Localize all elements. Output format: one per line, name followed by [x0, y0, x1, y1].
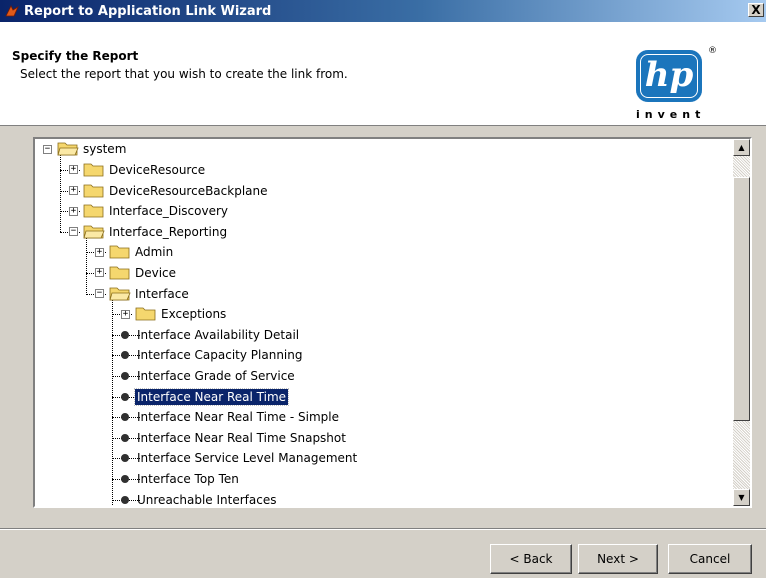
next-button[interactable]: Next > [578, 544, 658, 574]
report-bullet-icon [121, 371, 129, 380]
report-bullet-icon [121, 495, 129, 504]
wizard-app-icon [5, 5, 19, 17]
folder-open-icon [109, 285, 131, 301]
tree-folder-label[interactable]: Interface_Reporting [107, 224, 229, 240]
tree-folder-label[interactable]: Admin [133, 244, 175, 260]
tree-report-item[interactable]: Interface Availability Detail [135, 327, 301, 343]
tree-folder-label[interactable]: DeviceResource [107, 162, 207, 178]
tree-report-item-selected[interactable]: Interface Near Real Time [133, 387, 290, 406]
hp-logo: hp ® invent [628, 46, 740, 138]
folder-icon [83, 202, 105, 218]
expand-toggle[interactable]: + [69, 165, 78, 175]
tree-report-item[interactable]: Interface Grade of Service [135, 368, 297, 384]
scrollbar-thumb[interactable] [733, 177, 750, 421]
close-button[interactable]: X [748, 3, 764, 17]
folder-icon [109, 264, 131, 280]
tree-guide-line [86, 237, 87, 294]
hp-tagline: invent [636, 108, 706, 121]
registered-mark: ® [708, 46, 717, 56]
report-bullet-icon [121, 454, 129, 463]
footer-divider [0, 528, 766, 530]
hp-logo-mark: hp [636, 50, 702, 102]
collapse-toggle[interactable]: − [95, 289, 104, 298]
folder-icon [135, 305, 157, 321]
report-bullet-icon [121, 474, 129, 483]
tree-guide-line [112, 299, 113, 506]
report-bullet-icon [121, 351, 129, 360]
tree-folder-label[interactable]: Interface [133, 286, 191, 302]
tree-report-item[interactable]: Unreachable Interfaces [135, 492, 278, 507]
report-bullet-icon [121, 413, 129, 422]
report-bullet-icon [121, 330, 129, 339]
report-tree-content: − system + DeviceResource + DeviceResourceBac… [35, 139, 731, 506]
expand-toggle[interactable]: + [69, 206, 78, 216]
tree-report-item[interactable]: Interface Near Real Time - Simple [135, 409, 341, 425]
page-title: Specify the Report [12, 49, 139, 63]
report-bullet-icon [121, 392, 129, 401]
cancel-button[interactable]: Cancel [668, 544, 752, 574]
title-bar: Report to Application Link Wizard X [0, 0, 766, 22]
expand-toggle[interactable]: + [121, 309, 130, 319]
folder-icon [83, 161, 105, 177]
expand-toggle[interactable]: + [95, 247, 104, 257]
tree-folder-label[interactable]: Exceptions [159, 306, 228, 322]
tree-folder-label[interactable]: Device [133, 265, 178, 281]
tree-report-item[interactable]: Interface Capacity Planning [135, 347, 305, 363]
report-bullet-icon [121, 433, 129, 442]
expand-toggle[interactable]: + [95, 268, 104, 278]
scroll-down-button[interactable]: ▼ [733, 489, 750, 506]
folder-icon [109, 243, 131, 259]
tree-report-item[interactable]: Interface Near Real Time Snapshot [135, 430, 348, 446]
page-subtitle: Select the report that you wish to creat… [20, 67, 348, 81]
tree-folder-label[interactable]: system [81, 141, 128, 157]
folder-open-icon [83, 223, 105, 239]
tree-report-item[interactable]: Interface Service Level Management [135, 450, 359, 466]
collapse-toggle[interactable]: − [43, 144, 52, 154]
folder-icon [83, 182, 105, 198]
vertical-scrollbar[interactable]: ▲ ▼ [733, 139, 750, 506]
back-button[interactable]: < Back [490, 544, 572, 574]
tree-guide-line [60, 155, 61, 232]
folder-open-icon [57, 140, 79, 156]
expand-toggle[interactable]: + [69, 186, 78, 195]
window-title: Report to Application Link Wizard [24, 3, 272, 19]
tree-folder-label[interactable]: Interface_Discovery [107, 203, 230, 219]
collapse-toggle[interactable]: − [69, 227, 78, 237]
wizard-header: Specify the Report Select the report tha… [0, 22, 766, 126]
scroll-up-button[interactable]: ▲ [733, 139, 750, 156]
tree-report-item[interactable]: Interface Top Ten [135, 471, 241, 487]
tree-folder-label[interactable]: DeviceResourceBackplane [107, 183, 270, 199]
report-tree[interactable]: − system + DeviceResource + DeviceResourceBac… [33, 137, 752, 508]
